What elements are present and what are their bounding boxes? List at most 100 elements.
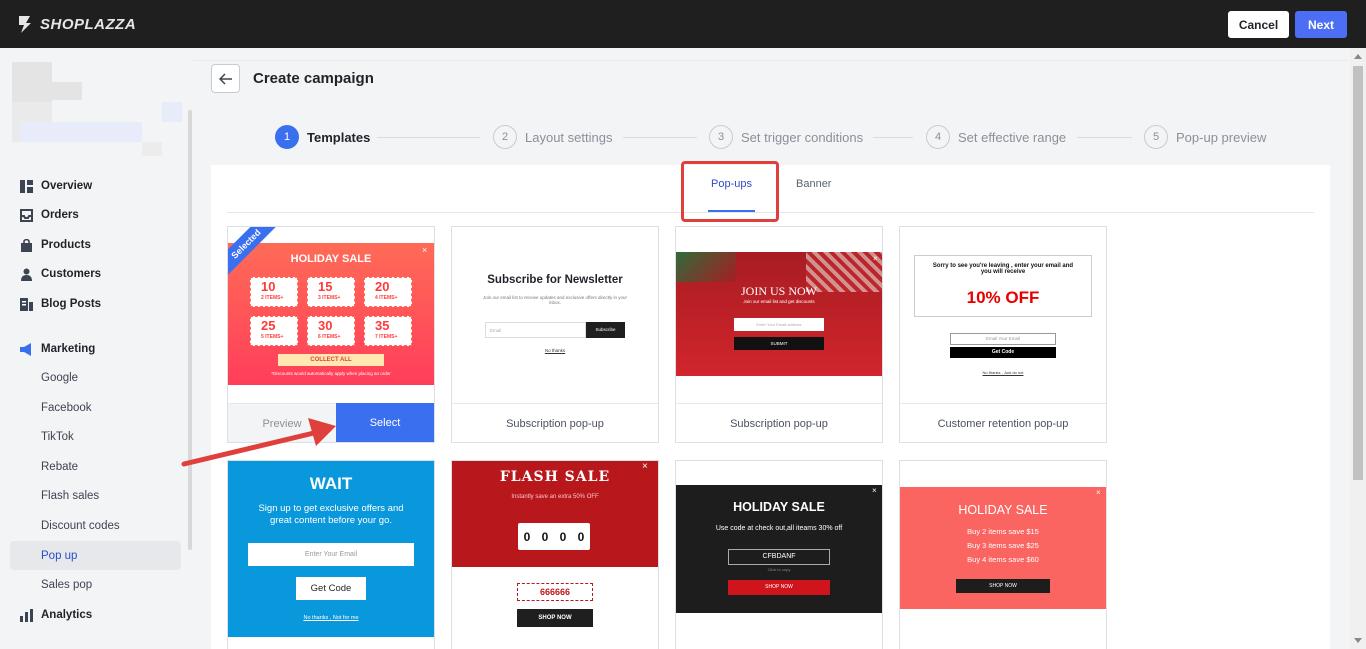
thumb-text: Join our email list and get discounts [743, 299, 815, 304]
sidebar-subitem-pop-up[interactable]: Pop up [41, 546, 77, 566]
page-title: Create campaign [253, 70, 374, 87]
thumb-shop-now-button: SHOP NOW [956, 579, 1050, 593]
sidebar-subitem-discount-codes[interactable]: Discount codes [41, 516, 120, 536]
tab-banner[interactable]: Banner [796, 178, 831, 190]
blog-icon [20, 297, 33, 311]
sidebar-subitem-tiktok[interactable]: TikTok [41, 427, 74, 447]
scroll-up-icon[interactable] [1354, 54, 1362, 59]
coupon-sub: 3 ITEMS+ [318, 295, 341, 301]
sidebar-item-label: Marketing [41, 343, 96, 355]
thumb-heading: Sorry to see you're leaving , enter your… [932, 263, 1074, 275]
close-icon: × [422, 245, 428, 255]
sidebar-item-label: Blog Posts [41, 298, 102, 310]
sidebar-subitem-facebook[interactable]: Facebook [41, 398, 92, 418]
step-label: Pop-up preview [1176, 129, 1267, 145]
decoration [676, 252, 736, 282]
sidebar-subitem-rebate[interactable]: Rebate [41, 457, 78, 477]
next-button[interactable]: Next [1295, 11, 1347, 38]
thumb-subscribe-button: Subscribe [586, 322, 625, 338]
step-effective-range[interactable]: 4 Set effective range [926, 125, 1066, 149]
step-templates[interactable]: 1 Templates [275, 125, 370, 149]
template-thumbnail: JOIN US NOW Join our email list and get … [676, 252, 882, 376]
coupon-value: 25 [261, 318, 276, 333]
scroll-down-icon[interactable] [1354, 638, 1362, 643]
template-card-holiday-coral[interactable]: HOLIDAY SALE Buy 2 items save $15 Buy 3 … [899, 460, 1107, 649]
sidebar-subitem-flash-sales[interactable]: Flash sales [41, 486, 99, 506]
thumb-line: Buy 2 items save $15 [967, 527, 1039, 536]
sidebar-item-marketing[interactable]: Marketing [20, 337, 95, 361]
template-thumbnail: HOLIDAY SALE × 10 2 ITEMS+ 15 3 ITEMS+ 20 4… [228, 243, 434, 385]
sidebar-item-analytics[interactable]: Analytics [20, 603, 92, 627]
thumb-heading: WAIT [309, 474, 353, 493]
template-thumbnail: WAIT Sign up to get exclusive offers and… [228, 461, 434, 637]
sidebar-item-label: Overview [41, 180, 93, 192]
template-card-holiday-dark[interactable]: HOLIDAY SALE Use code at check out,all i… [675, 460, 883, 649]
sidebar-item-products[interactable]: Products [20, 233, 91, 257]
sidebar-item-label: Customers [41, 268, 102, 280]
sidebar-item-overview[interactable]: Overview [20, 174, 92, 198]
store-info-blurred [52, 82, 82, 100]
step-connector [623, 137, 697, 138]
store-info-blurred [20, 122, 142, 142]
coupon-value: 30 [318, 318, 333, 333]
template-card-flash-sale[interactable]: FLASH SALE Instantly save an extra 50% O… [451, 460, 659, 649]
thumb-email-input: Email Your Email [950, 333, 1056, 345]
sidebar-item-blog-posts[interactable]: Blog Posts [20, 292, 101, 316]
thumb-note: *Discounts would automatically apply whe… [271, 371, 391, 376]
step-layout-settings[interactable]: 2 Layout settings [493, 125, 612, 149]
thumb-code: 666666 [517, 583, 593, 601]
sidebar-subitem-sales-pop[interactable]: Sales pop [41, 575, 92, 595]
customers-icon [21, 268, 32, 281]
step-popup-preview[interactable]: 5 Pop-up preview [1144, 125, 1266, 149]
template-card-retention[interactable]: Sorry to see you're leaving , enter your… [899, 226, 1107, 443]
step-number: 2 [493, 125, 517, 149]
sidebar-scrollbar[interactable] [188, 110, 192, 550]
thumb-heading: HOLIDAY SALE [733, 500, 825, 514]
thumb-heading: FLASH SALE [499, 469, 611, 485]
template-card-wait[interactable]: WAIT Sign up to get exclusive offers and… [227, 460, 435, 649]
step-label: Set trigger conditions [741, 129, 864, 145]
products-icon [21, 238, 32, 252]
thumb-heading: Subscribe for Newsletter [487, 274, 623, 286]
template-caption: Subscription pop-up [676, 403, 882, 442]
thumb-line: Buy 3 items save $25 [967, 541, 1039, 550]
thumb-line: Buy 4 items save $60 [967, 555, 1039, 564]
select-button[interactable]: Select [336, 403, 434, 442]
sidebar-item-label: Products [41, 239, 91, 251]
step-label: Set effective range [958, 129, 1067, 145]
sidebar-active-highlight [10, 541, 181, 570]
orders-icon [20, 208, 33, 222]
step-trigger-conditions[interactable]: 3 Set trigger conditions [709, 125, 863, 149]
step-number: 1 [275, 125, 299, 149]
step-label: Layout settings [525, 129, 613, 145]
thumb-dismiss: No thanks [544, 348, 566, 353]
sidebar-item-customers[interactable]: Customers [20, 262, 101, 286]
store-info-blurred [142, 142, 162, 156]
thumb-countdown: 0 0 0 0 [518, 523, 590, 550]
annotation-arrow [181, 418, 336, 467]
template-card-join-us[interactable]: JOIN US NOW Join our email list and get … [675, 226, 883, 443]
coupon-value: 20 [375, 279, 390, 294]
overview-icon [20, 179, 33, 193]
sidebar-item-label: Analytics [41, 609, 93, 621]
countdown-digit: 0 [577, 529, 585, 544]
template-card-newsletter[interactable]: Subscribe for Newsletter Join our email … [451, 226, 659, 443]
stepper: 1 Templates 2 Layout settings 3 Set trig… [275, 125, 1275, 151]
thumb-heading: HOLIDAY SALE [958, 503, 1048, 517]
cancel-button[interactable]: Cancel [1228, 11, 1289, 38]
back-button[interactable] [211, 64, 240, 93]
thumb-code: CFBDANF [728, 549, 830, 565]
close-icon: × [1096, 488, 1101, 497]
sidebar-subitem-google[interactable]: Google [41, 368, 78, 388]
marketing-icon [20, 342, 31, 356]
thumb-shop-now-button: SHOP NOW [728, 580, 830, 595]
template-thumbnail: Subscribe for Newsletter Join our email … [452, 227, 658, 403]
page-scrollbar[interactable] [1350, 48, 1366, 649]
collect-all-button: COLLECT ALL [278, 354, 384, 366]
brand-logo[interactable]: SHOPLAZZA [16, 14, 136, 34]
analytics-icon [20, 608, 33, 622]
store-avatar-blurred [12, 62, 52, 102]
sidebar-item-orders[interactable]: Orders [20, 203, 79, 227]
coupon: 30 6 ITEMS+ [307, 316, 355, 346]
scrollbar-thumb[interactable] [1353, 66, 1363, 480]
